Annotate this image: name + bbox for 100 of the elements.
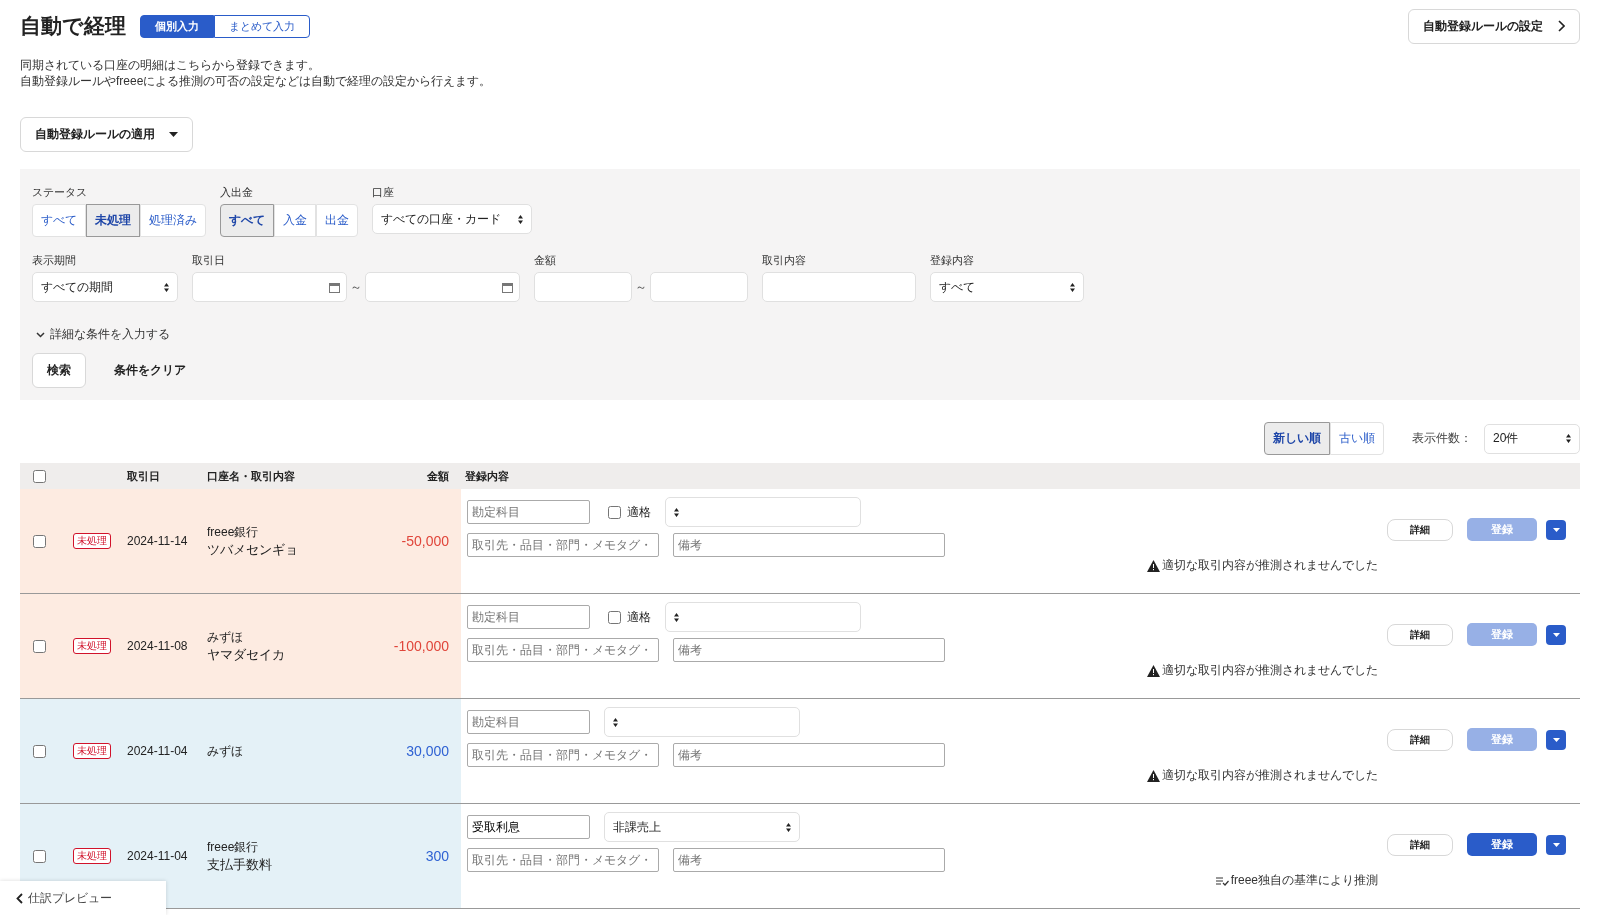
amount-text: 30,000 (406, 743, 450, 759)
register-options-button[interactable] (1546, 624, 1566, 645)
select-arrows-icon (164, 282, 169, 292)
filter-label: 取引内容 (762, 253, 807, 268)
account-name: freee銀行 (207, 523, 260, 541)
period-select[interactable]: すべての期間 (32, 272, 178, 302)
account-item-field[interactable]: 勘定科目 (467, 710, 590, 734)
select-arrows-icon (1566, 434, 1571, 443)
detail-button[interactable]: 詳細 (1387, 833, 1453, 856)
memo-field[interactable]: 備考 (673, 743, 945, 767)
select-arrows-icon (1070, 282, 1075, 292)
amount-from-field[interactable] (534, 272, 632, 302)
search-button[interactable]: 検索 (32, 353, 86, 388)
status-badge: 未処理 (73, 848, 111, 864)
register-options-button[interactable] (1546, 729, 1566, 750)
calendar-icon (502, 281, 513, 293)
column-header: 金額 (427, 469, 449, 482)
filter-label: 入出金 (220, 185, 254, 200)
suggestion-message: 適切な取引内容が推測されませんでした (1162, 662, 1378, 679)
filter-label: 表示期間 (32, 253, 77, 268)
transaction-description: ツバメセンギョ (207, 540, 299, 559)
account-item-field[interactable]: 勘定科目 (467, 605, 590, 629)
account-item-field[interactable]: 勘定科目 (467, 500, 590, 524)
rule-settings-button[interactable]: 自動登録ルールの設定 (1408, 8, 1580, 44)
account-name: freee銀行 (207, 838, 260, 856)
status-badge: 未処理 (73, 743, 111, 759)
caret-down-icon (1552, 632, 1560, 637)
date-to-field[interactable] (365, 272, 520, 302)
journal-preview-tab[interactable]: 仕訳プレビュー (0, 881, 166, 915)
transaction-date: 2024-11-04 (127, 849, 188, 863)
qualified-label: 適格 (627, 503, 651, 521)
page-title: 自動で経理 (20, 13, 126, 39)
account-name: みずほ (207, 742, 244, 760)
detail-button[interactable]: 詳細 (1387, 518, 1453, 541)
register-options-button[interactable] (1546, 834, 1566, 855)
content-field[interactable] (762, 272, 916, 302)
filter-label: 取引日 (192, 253, 226, 268)
amount-text: 300 (425, 848, 450, 864)
direction-toggle[interactable]: すべて (220, 204, 274, 237)
calendar-icon (329, 281, 340, 293)
sort-toggle[interactable]: 古い順 (1330, 422, 1384, 455)
mode-tab[interactable]: まとめて入力 (214, 14, 310, 38)
partner-field[interactable]: 取引先・品目・部門・メモタグ・ (467, 743, 659, 767)
caret-down-icon (1552, 737, 1560, 742)
filter-label: ステータス (32, 185, 88, 200)
select-arrows-icon (674, 507, 679, 517)
detail-button[interactable]: 詳細 (1387, 623, 1453, 646)
account-item-field[interactable]: 受取利息 (467, 815, 590, 839)
account-select[interactable]: すべての口座・カード (372, 204, 532, 234)
transaction-date: 2024-11-08 (127, 639, 188, 653)
description-text: 同期されている口座の明細はこちらから登録できます。 (20, 57, 321, 73)
memo-field[interactable]: 備考 (673, 638, 945, 662)
memo-field[interactable]: 備考 (673, 848, 945, 872)
memo-field[interactable]: 備考 (673, 533, 945, 557)
caret-down-icon (169, 132, 178, 137)
advanced-conditions-toggle[interactable]: 詳細な条件を入力する (32, 326, 174, 343)
amount-text: -100,000 (393, 638, 450, 654)
caret-down-icon (1552, 842, 1560, 847)
select-arrows-icon (613, 717, 618, 727)
qualified-checkbox[interactable] (608, 610, 621, 624)
row-checkbox[interactable] (32, 849, 46, 863)
chevron-down-icon (36, 331, 45, 338)
status-badge: 未処理 (73, 533, 111, 549)
transaction-date: 2024-11-04 (127, 744, 188, 758)
qualified-checkbox[interactable] (608, 505, 621, 519)
status-toggle[interactable]: 処理済み (140, 204, 206, 237)
description-text: 自動登録ルールやfreeeによる推測の可否の設定などは自動で経理の設定から行えます。 (20, 73, 493, 89)
page-size-select[interactable]: 20件 (1484, 423, 1580, 454)
status-toggle[interactable]: 未処理 (86, 204, 140, 237)
date-from-field[interactable] (192, 272, 347, 302)
partner-field[interactable]: 取引先・品目・部門・メモタグ・ (467, 638, 659, 662)
row-checkbox[interactable] (32, 744, 46, 758)
chevron-left-icon (16, 892, 23, 904)
suggestion-message: freee独自の基準により推測 (1230, 872, 1378, 889)
register-button[interactable]: 登録 (1467, 833, 1537, 856)
register-options-button[interactable] (1546, 519, 1566, 540)
status-badge: 未処理 (73, 638, 111, 654)
row-checkbox[interactable] (32, 639, 46, 653)
direction-toggle[interactable]: 入金 (274, 204, 316, 237)
mode-tab[interactable]: 個別入力 (140, 14, 214, 38)
account-name: みずほ (207, 628, 244, 646)
partner-field[interactable]: 取引先・品目・部門・メモタグ・ (467, 848, 659, 872)
row-checkbox[interactable] (32, 534, 46, 548)
direction-toggle[interactable]: 出金 (316, 204, 358, 237)
column-header: 登録内容 (465, 469, 509, 482)
status-toggle[interactable]: すべて (32, 204, 86, 237)
transaction-date: 2024-11-14 (127, 534, 188, 548)
qualified-label: 適格 (627, 608, 651, 626)
suggestion-message: 適切な取引内容が推測されませんでした (1162, 767, 1378, 784)
partner-field[interactable]: 取引先・品目・部門・メモタグ・ (467, 533, 659, 557)
tax-select[interactable]: 非課売上 (604, 812, 800, 842)
clear-conditions-link[interactable]: 条件をクリア (108, 361, 192, 380)
amount-to-field[interactable] (650, 272, 748, 302)
apply-rules-button[interactable]: 自動登録ルールの適用 (20, 117, 193, 152)
registration-select[interactable]: すべて (930, 272, 1084, 302)
chevron-right-icon (1557, 20, 1565, 32)
sort-toggle[interactable]: 新しい順 (1264, 422, 1330, 455)
select-all-checkbox[interactable] (32, 469, 46, 483)
detail-button[interactable]: 詳細 (1387, 728, 1453, 751)
page-size-label: 表示件数： (1412, 430, 1472, 447)
